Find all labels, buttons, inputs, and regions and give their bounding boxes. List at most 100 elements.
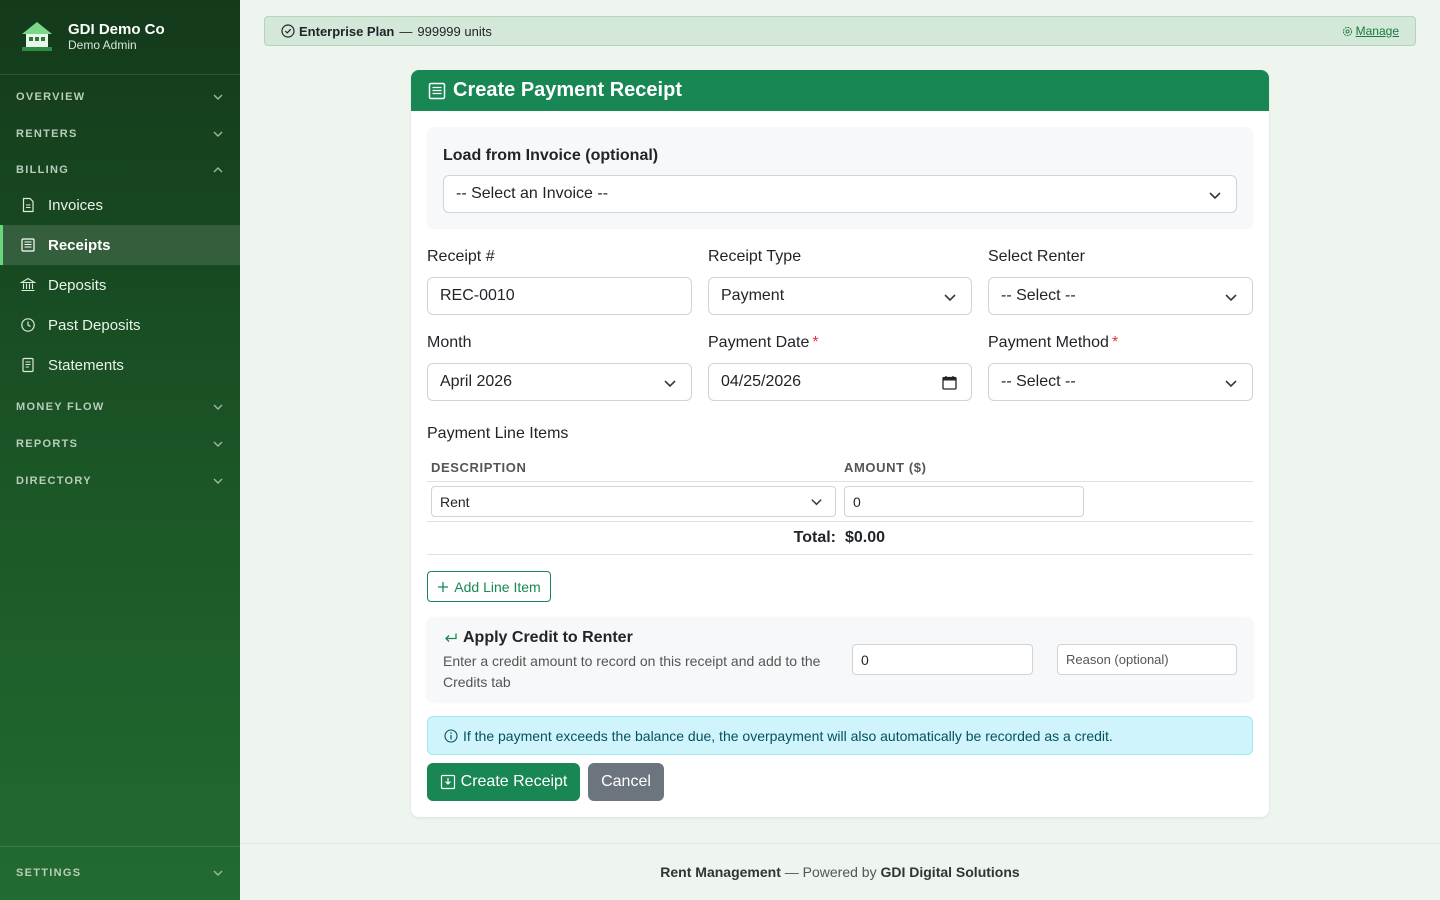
total-label: Total: <box>793 529 836 546</box>
payment-method-label: Payment Method * <box>988 334 1118 352</box>
sidebar: GDI Demo Co Demo Admin OVERVIEW RENTERS … <box>0 0 240 900</box>
required-marker: * <box>1111 334 1119 351</box>
credit-title-text: Apply Credit to Renter <box>463 629 633 646</box>
nav-section-money-flow[interactable]: MONEY FLOW <box>0 395 240 419</box>
table-divider <box>427 481 1253 482</box>
cancel-label: Cancel <box>601 773 651 790</box>
invoice-label: Load from Invoice (optional) <box>443 147 659 164</box>
column-header-amount: AMOUNT ($) <box>844 460 927 475</box>
credit-amount-value: 0 <box>861 651 869 668</box>
sidebar-item-statements[interactable]: Statements <box>0 345 240 385</box>
sidebar-item-receipts[interactable]: Receipts <box>0 225 240 265</box>
chevron-down-icon <box>944 294 956 302</box>
credit-title: Apply Credit to Renter <box>443 629 633 647</box>
credit-reason-input[interactable]: Reason (optional) <box>1057 644 1237 675</box>
gear-icon <box>1342 26 1352 36</box>
nav-section-billing[interactable]: BILLING <box>0 158 240 182</box>
payment-date-input[interactable]: 04/25/2026 <box>708 363 972 401</box>
create-receipt-button[interactable]: Create Receipt <box>427 763 580 801</box>
info-icon <box>444 728 458 743</box>
return-arrow-icon <box>445 633 457 642</box>
credit-description: Enter a credit amount to record on this … <box>443 653 821 690</box>
chevron-up-icon <box>213 167 223 173</box>
create-receipt-label: Create Receipt <box>460 773 568 790</box>
receipt-number-label: Receipt # <box>427 248 495 265</box>
sidebar-item-past-deposits[interactable]: Past Deposits <box>0 305 240 345</box>
payment-method-value: -- Select -- <box>1001 373 1076 390</box>
receipt-type-label: Receipt Type <box>708 248 802 265</box>
receipt-icon <box>428 82 446 99</box>
sidebar-item-label: Receipts <box>48 236 111 254</box>
month-select[interactable]: April 2026 <box>427 363 692 401</box>
nav-section-label: MONEY FLOW <box>16 401 105 413</box>
payment-date-value: 04/25/2026 <box>721 373 802 390</box>
chevron-down-icon <box>1209 192 1221 200</box>
chevron-down-icon <box>213 870 223 876</box>
payment-date-label-text: Payment Date <box>708 334 810 351</box>
nav-section-overview[interactable]: OVERVIEW <box>0 85 240 109</box>
cancel-button[interactable]: Cancel <box>588 763 664 801</box>
user-role: Demo Admin <box>68 38 137 52</box>
payment-method-select[interactable]: -- Select -- <box>988 363 1253 401</box>
invoice-select[interactable]: -- Select an Invoice -- <box>443 175 1237 213</box>
manage-plan-link[interactable]: Manage <box>1342 24 1399 38</box>
line-item-description-select[interactable]: Rent <box>431 486 836 517</box>
table-divider <box>427 521 1253 522</box>
month-select-value: April 2026 <box>440 373 513 390</box>
footer-app-name: Rent Management <box>660 864 781 880</box>
nav-section-directory[interactable]: DIRECTORY <box>0 469 240 493</box>
brand-header: GDI Demo Co Demo Admin <box>0 0 240 75</box>
save-icon <box>440 774 455 790</box>
chevron-down-icon <box>213 94 223 100</box>
total-value: $0.00 <box>845 529 886 546</box>
credit-amount-input[interactable]: 0 <box>852 644 1033 675</box>
receipt-type-select[interactable]: Payment <box>708 277 972 315</box>
line-item-amount-value: 0 <box>853 493 861 510</box>
renter-select[interactable]: -- Select -- <box>988 277 1253 315</box>
sidebar-item-label: Statements <box>48 356 124 374</box>
line-item-amount-input[interactable]: 0 <box>844 486 1084 517</box>
invoice-loader: Load from Invoice (optional) -- Select a… <box>427 127 1253 229</box>
footer: Rent Management — Powered by GDI Digital… <box>240 843 1440 900</box>
add-line-item-button[interactable]: Add Line Item <box>427 571 551 602</box>
footer-powered-by: — Powered by <box>780 864 881 880</box>
line-item-description-value: Rent <box>440 493 470 510</box>
plan-name: Enterprise Plan <box>299 23 395 39</box>
nav-section-label: REPORTS <box>16 438 79 450</box>
required-marker: * <box>812 334 819 351</box>
check-circle-icon <box>281 24 295 38</box>
chevron-down-icon <box>1225 294 1237 302</box>
renter-select-value: -- Select -- <box>1001 287 1076 304</box>
calendar-icon[interactable] <box>942 375 957 390</box>
add-line-item-label: Add Line Item <box>454 578 541 595</box>
table-divider <box>427 554 1253 555</box>
nav-section-label: BILLING <box>16 164 70 176</box>
nav-section-label: OVERVIEW <box>16 91 86 103</box>
payment-date-label: Payment Date * <box>708 334 819 352</box>
plan-banner: Enterprise Plan — 999999 units Manage <box>264 16 1416 46</box>
sidebar-divider <box>0 846 240 847</box>
nav-section-settings[interactable]: SETTINGS <box>0 861 240 885</box>
sidebar-item-invoices[interactable]: Invoices <box>0 185 240 225</box>
column-header-description: DESCRIPTION <box>431 460 527 475</box>
payment-method-label-text: Payment Method <box>988 334 1109 351</box>
nav-section-label: SETTINGS <box>16 867 82 879</box>
plan-units: 999999 units <box>417 23 492 39</box>
receipt-number-input[interactable]: REC-0010 <box>427 277 692 315</box>
chevron-down-icon <box>664 380 676 388</box>
receipt-number-value: REC-0010 <box>440 287 515 304</box>
info-text: If the payment exceeds the balance due, … <box>463 727 1113 744</box>
nav-section-renters[interactable]: RENTERS <box>0 122 240 146</box>
sidebar-item-label: Deposits <box>48 276 107 294</box>
nav-section-label: RENTERS <box>16 128 78 140</box>
bank-icon <box>20 277 36 292</box>
apply-credit-panel: Apply Credit to Renter Enter a credit am… <box>427 617 1253 701</box>
sidebar-item-deposits[interactable]: Deposits <box>0 265 240 305</box>
footer-company: GDI Digital Solutions <box>880 864 1020 880</box>
overpayment-info-alert: If the payment exceeds the balance due, … <box>427 716 1253 755</box>
line-items-title: Payment Line Items <box>427 425 569 442</box>
nav-section-reports[interactable]: REPORTS <box>0 432 240 456</box>
chevron-down-icon <box>213 131 223 137</box>
create-receipt-card: Create Payment Receipt Load from Invoice… <box>411 70 1269 817</box>
chevron-down-icon <box>1225 380 1237 388</box>
